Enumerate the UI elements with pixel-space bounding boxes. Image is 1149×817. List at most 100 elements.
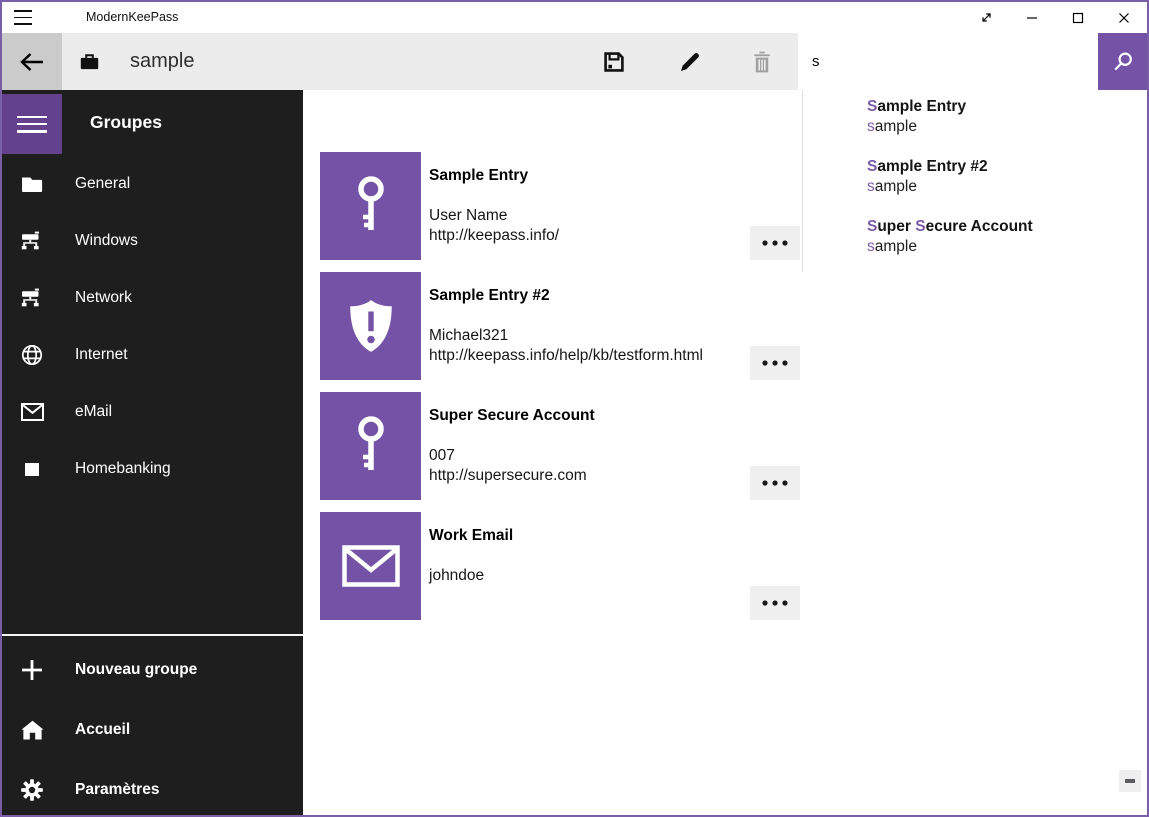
sidebar-item-label: Homebanking — [75, 460, 171, 478]
sidebar-item-label: Accueil — [75, 721, 130, 739]
minus-bar-icon — [1125, 779, 1135, 783]
sidebar-item-label: General — [75, 175, 130, 193]
delete-button[interactable] — [737, 33, 787, 90]
magnifier-icon — [1112, 51, 1134, 73]
sidebar-item-label: Windows — [75, 232, 138, 250]
search-input[interactable] — [798, 33, 1100, 90]
entry-username: johndoe — [429, 567, 484, 585]
app-bar: sample — [2, 33, 1147, 90]
shield-exclamation-icon — [346, 298, 396, 354]
square-icon — [18, 449, 46, 489]
database-title: sample — [130, 33, 194, 90]
entry-url: http://keepass.info/ — [429, 227, 559, 245]
sidebar-item-windows[interactable]: Windows — [2, 221, 303, 261]
edit-button[interactable] — [665, 33, 715, 90]
sidebar-divider — [2, 634, 303, 636]
result-subtitle: sample — [867, 118, 1137, 136]
globe-icon — [18, 335, 46, 375]
entry-username: 007 — [429, 447, 455, 465]
hamburger-icon — [17, 116, 47, 133]
sidebar-item-label: Internet — [75, 346, 128, 364]
nav-toggle-button[interactable] — [2, 94, 62, 154]
sidebar-item-settings[interactable]: Paramètres — [2, 770, 303, 810]
entry-tile — [320, 152, 421, 260]
diagonal-arrows-icon — [980, 11, 993, 24]
sidebar-item-label: eMail — [75, 403, 112, 421]
sidebar-item-network[interactable]: Network — [2, 278, 303, 318]
entry-tile — [320, 272, 421, 380]
entry-url: http://keepass.info/help/kb/testform.htm… — [429, 347, 703, 365]
ellipsis-icon — [762, 600, 788, 606]
result-subtitle: sample — [867, 178, 1137, 196]
close-icon — [1118, 12, 1130, 24]
floppy-disk-icon — [603, 51, 625, 73]
network-icon — [18, 278, 46, 318]
sidebar-item-home[interactable]: Accueil — [2, 710, 303, 750]
hamburger-menu-icon[interactable] — [14, 10, 34, 25]
ellipsis-icon — [762, 240, 788, 246]
window-title: ModernKeePass — [86, 2, 178, 33]
sidebar-item-homebanking[interactable]: Homebanking — [2, 449, 303, 489]
briefcase-icon — [80, 53, 99, 70]
sidebar: Groupes General Windows — [2, 90, 303, 815]
search-result-sample-entry-2[interactable]: Sample Entry #2 sample — [867, 158, 1137, 206]
entry-title: Sample Entry #2 — [429, 287, 550, 305]
app-window: ModernKeePass — [0, 0, 1149, 817]
result-title: Super Secure Account — [867, 218, 1137, 236]
window-controls — [963, 2, 1147, 33]
entry-tile — [320, 512, 421, 620]
key-icon — [349, 175, 393, 237]
search-result-sample-entry[interactable]: Sample Entry sample — [867, 98, 1137, 146]
entry-more-button[interactable] — [750, 346, 800, 380]
maximize-button[interactable] — [1055, 2, 1101, 33]
minimize-button[interactable] — [1009, 2, 1055, 33]
save-button[interactable] — [589, 33, 639, 90]
sidebar-item-label: Nouveau groupe — [75, 661, 197, 679]
entry-username: User Name — [429, 207, 507, 225]
folder-icon — [18, 164, 46, 204]
entry-tile — [320, 392, 421, 500]
sidebar-item-email[interactable]: eMail — [2, 392, 303, 432]
groups-heading: Groupes — [90, 112, 162, 133]
result-subtitle: sample — [867, 238, 1137, 256]
close-button[interactable] — [1101, 2, 1147, 33]
search-result-super-secure-account[interactable]: Super Secure Account sample — [867, 218, 1137, 266]
sidebar-item-general[interactable]: General — [2, 164, 303, 204]
back-button[interactable] — [2, 33, 62, 90]
entry-title: Work Email — [429, 527, 513, 545]
maximize-icon — [1072, 12, 1084, 24]
entry-username: Michael321 — [429, 327, 508, 345]
entry-row-super-secure-account[interactable]: Super Secure Account 007 http://supersec… — [320, 392, 782, 500]
title-bar: ModernKeePass — [2, 2, 1147, 33]
search-button[interactable] — [1098, 33, 1147, 90]
entry-title: Sample Entry — [429, 167, 528, 185]
network-icon — [18, 221, 46, 261]
trash-can-icon — [752, 51, 772, 73]
key-icon — [349, 415, 393, 477]
entry-row-sample-entry[interactable]: Sample Entry User Name http://keepass.in… — [320, 152, 782, 260]
sidebar-item-internet[interactable]: Internet — [2, 335, 303, 375]
plus-icon — [18, 650, 46, 690]
entry-more-button[interactable] — [750, 466, 800, 500]
fullscreen-button[interactable] — [963, 2, 1009, 33]
pencil-icon — [679, 51, 701, 73]
result-title: Sample Entry — [867, 98, 1137, 116]
back-arrow-icon — [19, 51, 45, 73]
minimize-icon — [1026, 12, 1038, 24]
home-icon — [18, 710, 46, 750]
zoom-out-button[interactable] — [1119, 770, 1141, 792]
entry-title: Super Secure Account — [429, 407, 595, 425]
envelope-icon — [342, 545, 400, 587]
sidebar-item-label: Network — [75, 289, 132, 307]
entry-url: http://supersecure.com — [429, 467, 587, 485]
entry-more-button[interactable] — [750, 586, 800, 620]
entry-row-work-email[interactable]: Work Email johndoe — [320, 512, 782, 620]
ellipsis-icon — [762, 360, 788, 366]
entry-row-sample-entry-2[interactable]: Sample Entry #2 Michael321 http://keepas… — [320, 272, 782, 380]
sidebar-item-new-group[interactable]: Nouveau groupe — [2, 650, 303, 690]
envelope-icon — [18, 392, 46, 432]
result-title: Sample Entry #2 — [867, 158, 1137, 176]
entry-more-button[interactable] — [750, 226, 800, 260]
gear-icon — [18, 770, 46, 810]
ellipsis-icon — [762, 480, 788, 486]
